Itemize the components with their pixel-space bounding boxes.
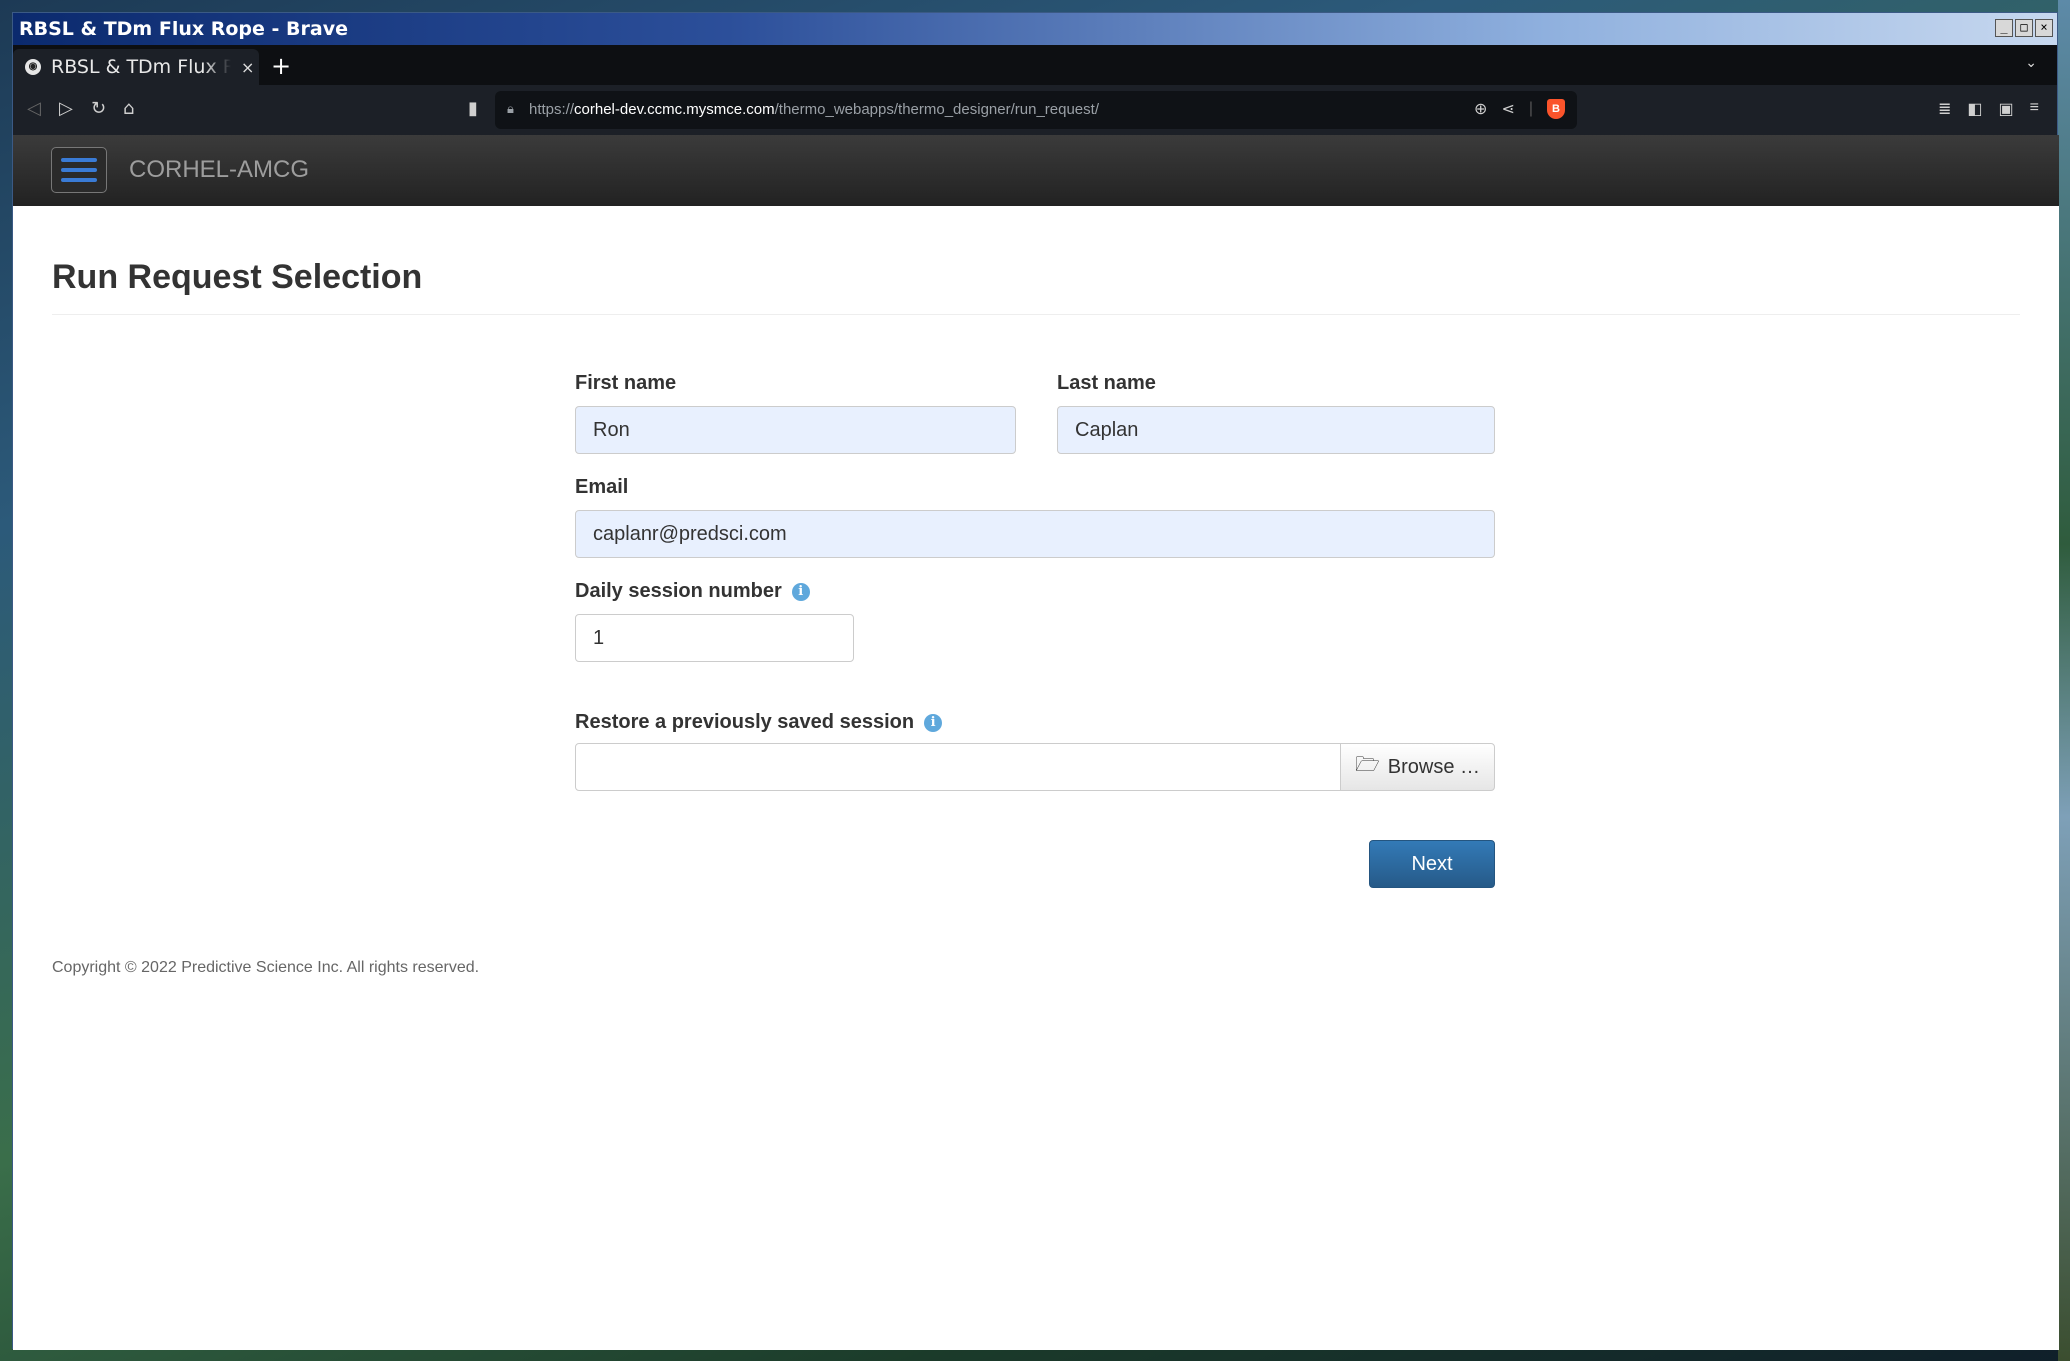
session-number-label: Daily session number [575, 580, 782, 602]
back-icon[interactable]: ◁ [27, 98, 41, 119]
window-titlebar[interactable]: RBSL & TDm Flux Rope - Brave _ □ × [13, 13, 2057, 45]
browser-toolbar: ◁ ▷ ↻ ⌂ ▮ 🔒︎ https://corhel-dev.ccmc.mys… [13, 85, 2057, 135]
toolbar-right-icons: ≣ ◧ ▣ ≡ [1938, 99, 2039, 119]
browser-window: RBSL & TDm Flux Rope - Brave _ □ × ◉ RBS… [12, 12, 2059, 1350]
address-bar[interactable]: 🔒︎ https://corhel-dev.ccmc.mysmce.com/th… [495, 91, 1577, 129]
tab-title: RBSL & TDm Flux Rope - Brave [51, 56, 231, 78]
hamburger-menu-icon[interactable] [51, 147, 107, 193]
info-icon[interactable]: i [924, 714, 943, 732]
brand-name[interactable]: CORHEL-AMCG [129, 156, 309, 184]
next-button[interactable]: Next [1369, 840, 1495, 888]
info-icon[interactable]: i [791, 583, 810, 601]
window-title: RBSL & TDm Flux Rope - Brave [19, 18, 348, 40]
restore-session-label: Restore a previously saved session [575, 711, 915, 733]
restore-session-label-row: Restore a previously saved session i [575, 711, 943, 734]
browse-label: Browse … [1387, 755, 1481, 778]
tab-active[interactable]: ◉ RBSL & TDm Flux Rope - Brave × [13, 49, 259, 85]
email-label: Email [575, 476, 629, 498]
tab-list-chevron-icon[interactable]: ⌄ [2025, 55, 2037, 71]
last-name-input[interactable]: Caplan [1057, 406, 1495, 454]
session-number-input[interactable]: 1 [575, 614, 854, 662]
email-input[interactable]: caplanr@predsci.com [575, 510, 1495, 558]
address-bar-actions: ⊕ ⋖ | B [1474, 99, 1565, 119]
divider: | [1528, 100, 1533, 117]
title-divider [52, 314, 2020, 315]
minimize-button[interactable]: _ [1995, 19, 2013, 37]
share-icon[interactable]: ⋖ [1501, 99, 1514, 119]
desktop-background [2058, 0, 2070, 1361]
sidebar-icon[interactable]: ◧ [1967, 99, 1982, 119]
browse-button[interactable]: 🗁 Browse … [1340, 743, 1495, 791]
zoom-icon[interactable]: ⊕ [1474, 99, 1487, 119]
session-number-label-row: Daily session number i [575, 580, 810, 603]
folder-open-icon: 🗁 [1354, 754, 1380, 776]
brave-shields-icon[interactable]: B [1547, 99, 1565, 119]
lock-icon[interactable]: 🔒︎ [507, 101, 514, 117]
web-page: CORHEL-AMCG Run Request Selection First … [13, 135, 2059, 1350]
window-controls: _ □ × [1995, 19, 2053, 37]
copyright-footer: Copyright © 2022 Predictive Science Inc.… [52, 959, 480, 976]
app-navbar: CORHEL-AMCG [13, 135, 2059, 206]
first-name-label: First name [575, 372, 677, 394]
playlist-icon[interactable]: ≣ [1938, 99, 1951, 119]
restore-file-input[interactable] [575, 743, 1341, 791]
last-name-label: Last name [1057, 372, 1156, 394]
page-title: Run Request Selection [52, 258, 423, 296]
url-text: https://corhel-dev.ccmc.mysmce.com/therm… [529, 101, 1099, 118]
close-window-button[interactable]: × [2035, 19, 2053, 37]
new-tab-button[interactable]: + [271, 52, 291, 80]
tab-strip: ◉ RBSL & TDm Flux Rope - Brave × + ⌄ [13, 45, 2057, 85]
tab-close-icon[interactable]: × [241, 58, 254, 77]
favicon-icon: ◉ [25, 59, 41, 75]
bookmark-icon[interactable]: ▮ [468, 98, 478, 119]
forward-icon[interactable]: ▷ [59, 98, 73, 119]
menu-icon[interactable]: ≡ [2030, 99, 2039, 119]
reload-icon[interactable]: ↻ [91, 98, 106, 119]
first-name-input[interactable]: Ron [575, 406, 1016, 454]
maximize-button[interactable]: □ [2015, 19, 2033, 37]
wallet-icon[interactable]: ▣ [1999, 99, 2014, 119]
home-icon[interactable]: ⌂ [123, 98, 134, 119]
